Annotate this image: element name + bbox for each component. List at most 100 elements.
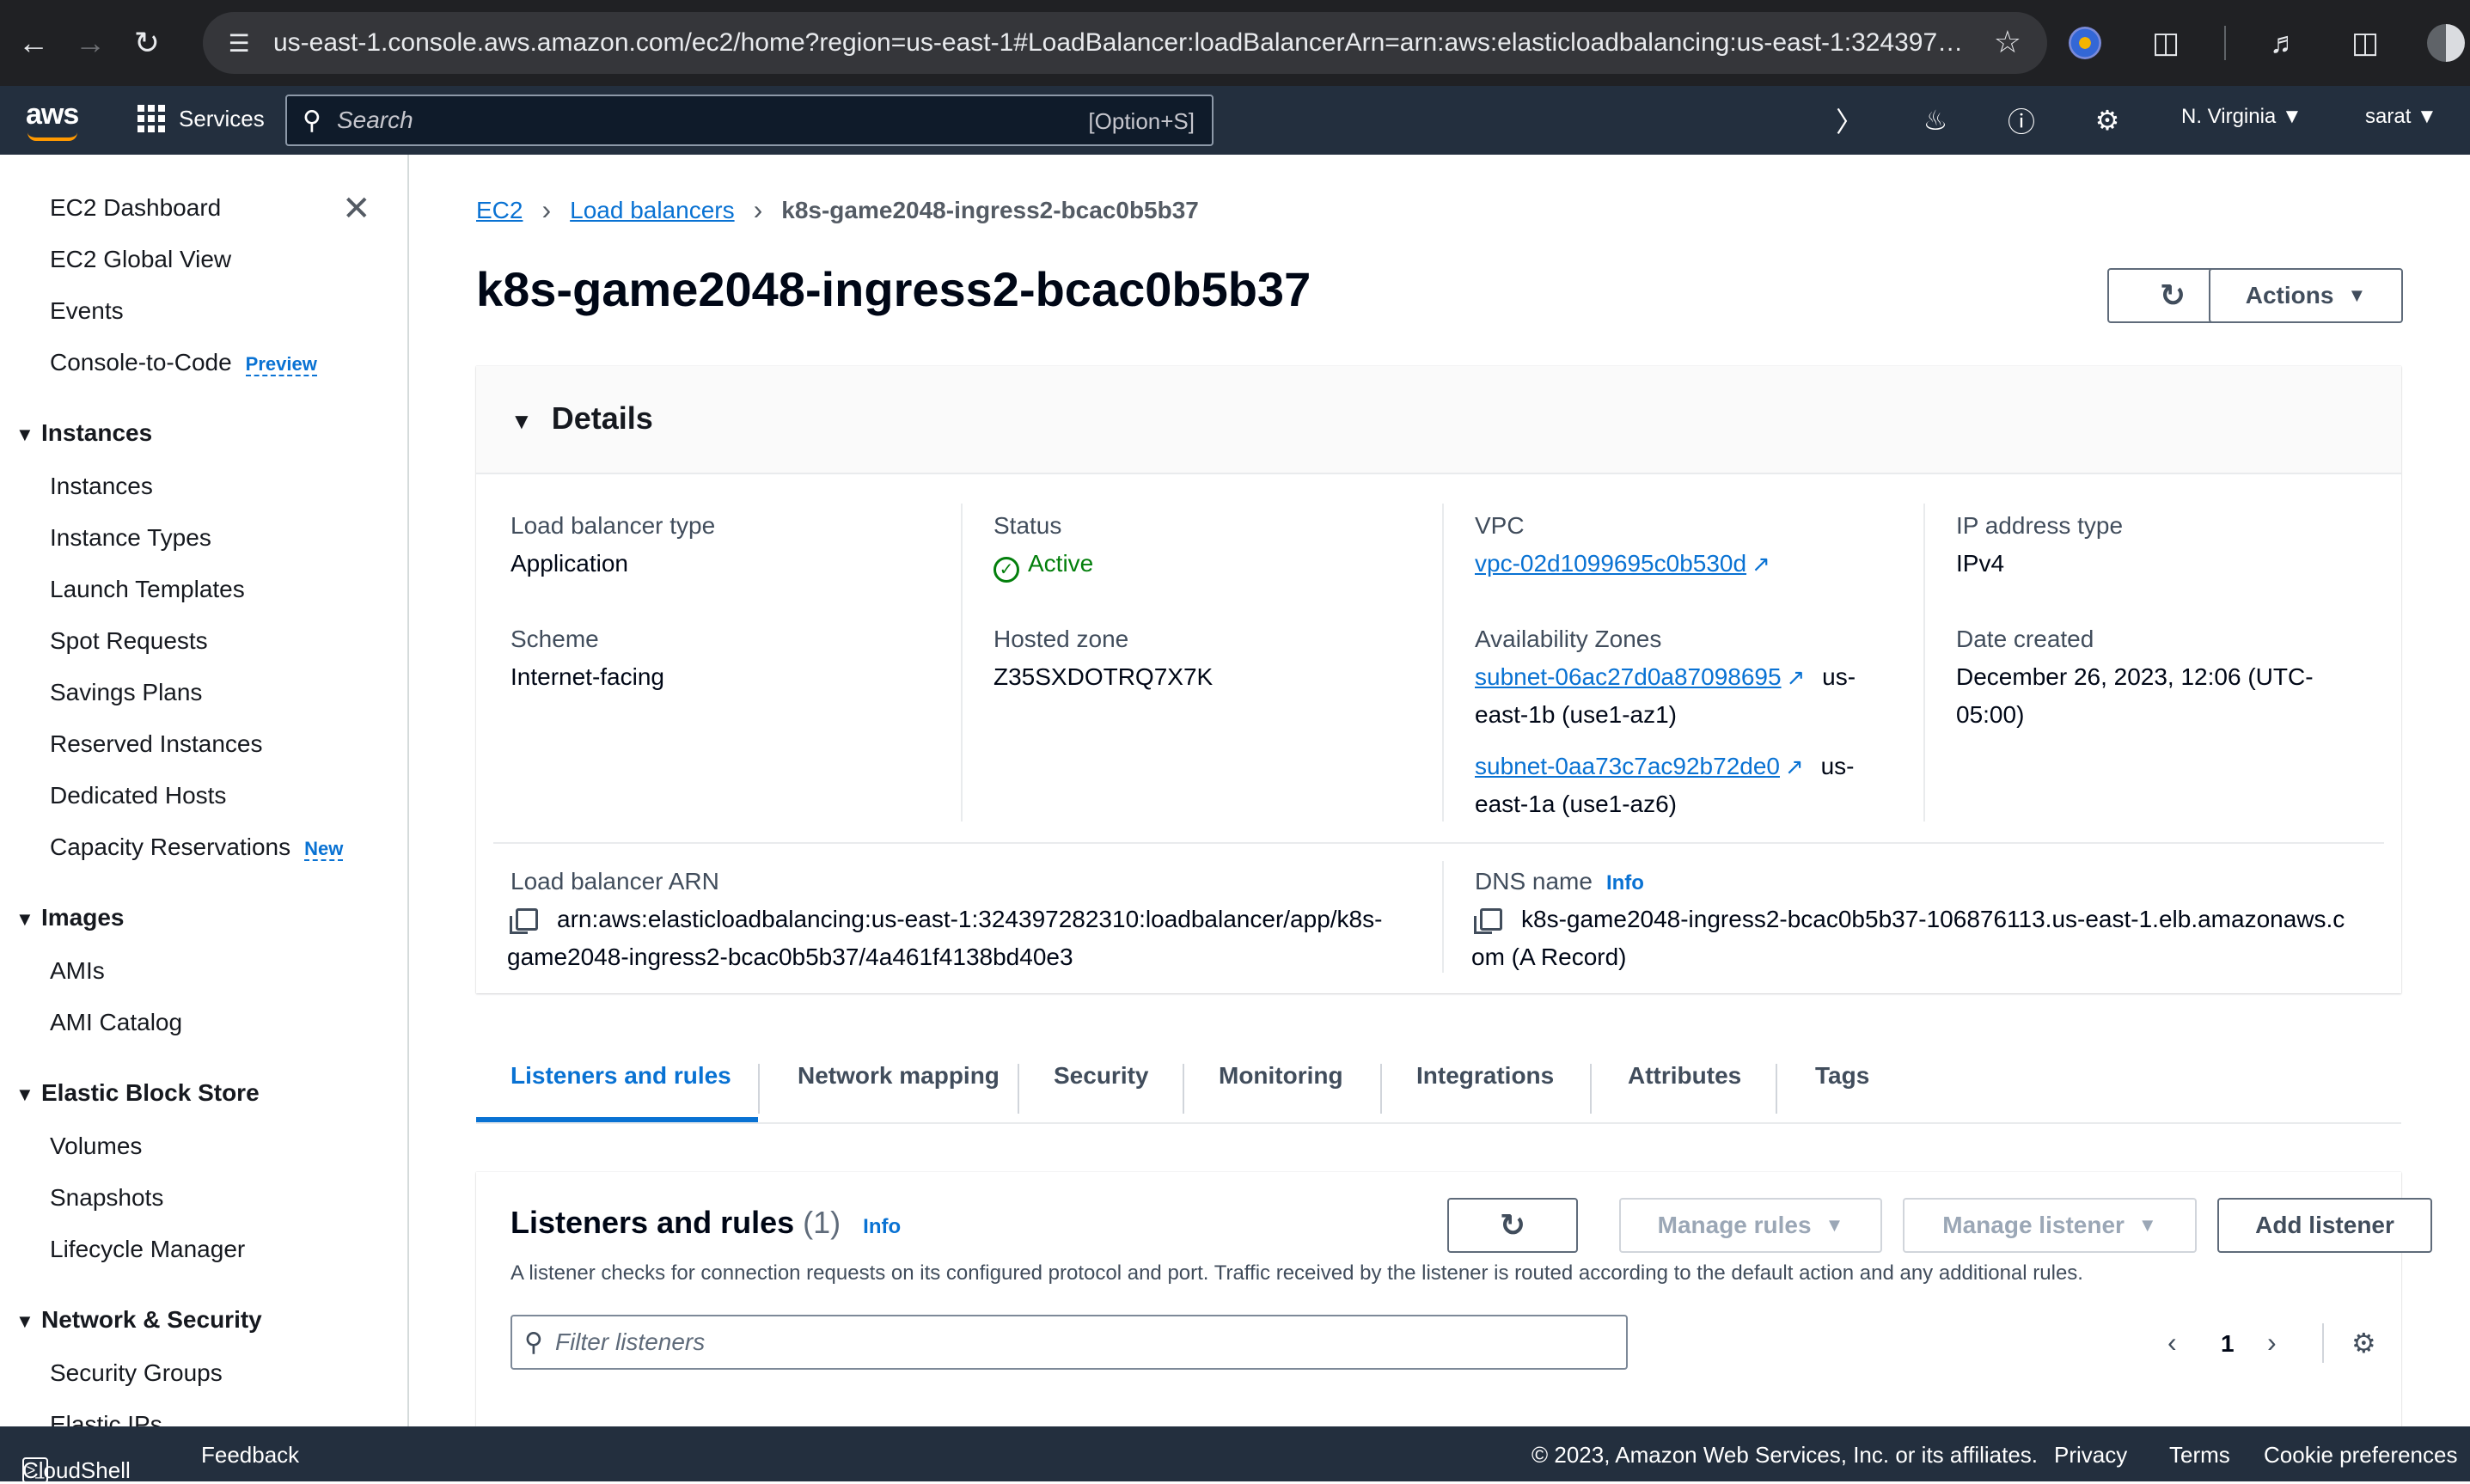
subnet-link[interactable]: subnet-0aa73c7ac92b72de0: [1475, 753, 1780, 779]
vpc-link[interactable]: vpc-02d1099695c0b530d: [1475, 550, 1746, 577]
media-controls-icon[interactable]: ♬: [2262, 21, 2307, 65]
feedback-link[interactable]: Feedback: [201, 1442, 299, 1469]
sidebar-section-network-security[interactable]: ▼ Network & Security: [15, 1306, 262, 1334]
extension-badge-icon[interactable]: [2063, 21, 2107, 65]
sidebar-item-spot-requests[interactable]: Spot Requests: [50, 627, 208, 655]
external-link-icon[interactable]: ↗: [1785, 754, 1804, 779]
site-settings-icon[interactable]: ☰: [217, 21, 261, 65]
sidebar-item-instance-types[interactable]: Instance Types: [50, 524, 211, 552]
tab-tags[interactable]: Tags: [1815, 1062, 1869, 1090]
address-bar[interactable]: ☰ us-east-1.console.aws.amazon.com/ec2/h…: [203, 12, 2047, 74]
next-page-icon[interactable]: ›: [2267, 1327, 2277, 1359]
copy-icon[interactable]: [1474, 908, 1502, 934]
sidebar-item-reserved-instances[interactable]: Reserved Instances: [50, 730, 262, 758]
profile-avatar[interactable]: [2424, 21, 2468, 65]
sidebar-item-security-groups[interactable]: Security Groups: [50, 1359, 223, 1387]
url-text[interactable]: us-east-1.console.aws.amazon.com/ec2/hom…: [273, 28, 1966, 58]
details-title[interactable]: ▼ Details: [511, 400, 653, 437]
account-menu[interactable]: sarat ▼: [2365, 105, 2437, 129]
sidebar-item-snapshots[interactable]: Snapshots: [50, 1184, 163, 1212]
manage-rules-button[interactable]: Manage rules ▼: [1619, 1198, 1882, 1253]
cloudshell-label: CloudShell: [22, 1457, 131, 1483]
global-search[interactable]: ⚲ [Option+S]: [285, 95, 1214, 146]
sidebar-item-volumes[interactable]: Volumes: [50, 1133, 142, 1160]
aws-logo-smile: [28, 132, 77, 141]
preview-badge[interactable]: Preview: [245, 353, 317, 376]
privacy-link[interactable]: Privacy: [2054, 1442, 2127, 1469]
date-created-label: Date created: [1956, 626, 2094, 652]
tab-security[interactable]: Security: [1054, 1062, 1149, 1090]
tab-network-mapping[interactable]: Network mapping: [798, 1062, 1000, 1090]
forward-icon[interactable]: →: [67, 20, 113, 66]
listeners-info-link[interactable]: Info: [863, 1215, 901, 1238]
cookie-preferences-link[interactable]: Cookie preferences: [2264, 1442, 2457, 1469]
copy-icon[interactable]: [510, 908, 538, 934]
close-nav-icon[interactable]: ✕: [342, 189, 371, 229]
sidebar-item-elastic-ips[interactable]: Elastic IPs: [50, 1411, 162, 1426]
sidebar-item-ami-catalog[interactable]: AMI Catalog: [50, 1009, 182, 1036]
tab-attributes[interactable]: Attributes: [1628, 1062, 1741, 1090]
sidebar-item-lifecycle-manager[interactable]: Lifecycle Manager: [50, 1236, 245, 1263]
az-zone-text: east-1b (use1-az1): [1475, 701, 1678, 728]
details-heading: Details: [551, 400, 653, 436]
details-header[interactable]: ▼ Details: [476, 366, 2401, 474]
back-icon[interactable]: ←: [10, 20, 57, 66]
side-panel-icon[interactable]: ◫: [2343, 21, 2387, 65]
tab-divider: [758, 1064, 760, 1114]
refresh-icon: ↻: [2159, 278, 2186, 313]
sidebar-item-instances[interactable]: Instances: [50, 473, 153, 500]
lb-type-value: Application: [511, 550, 628, 577]
sidebar-item-console-to-code[interactable]: Console-to-Code Preview: [50, 349, 317, 376]
sidebar-section-elastic-block-store[interactable]: ▼ Elastic Block Store: [15, 1079, 260, 1107]
sidebar-item-amis[interactable]: AMIs: [50, 957, 105, 985]
caret-down-icon: ▼: [2417, 105, 2437, 128]
new-badge[interactable]: New: [304, 838, 344, 861]
reload-icon[interactable]: ↻: [124, 20, 170, 66]
actions-button[interactable]: Actions ▼: [2209, 268, 2403, 323]
sidebar-section-images[interactable]: ▼ Images: [15, 904, 125, 931]
filter-listeners-input[interactable]: [554, 1328, 1587, 1356]
subnet-link[interactable]: subnet-06ac27d0a87098695: [1475, 663, 1782, 690]
sidebar-item-dedicated-hosts[interactable]: Dedicated Hosts: [50, 782, 226, 809]
settings-gear-icon[interactable]: ⚙: [2088, 101, 2126, 139]
add-listener-button[interactable]: Add listener: [2217, 1198, 2432, 1253]
terms-link[interactable]: Terms: [2169, 1442, 2230, 1469]
services-menu[interactable]: Services: [138, 105, 265, 132]
sidebar-item-capacity-reservations[interactable]: Capacity Reservations New: [50, 834, 344, 861]
bookmark-star-icon[interactable]: ☆: [1994, 24, 2021, 60]
previous-page-icon[interactable]: ‹: [2167, 1327, 2177, 1359]
sidebar-item-savings-plans[interactable]: Savings Plans: [50, 679, 202, 706]
sidebar-item-events[interactable]: Events: [50, 297, 124, 325]
external-link-icon[interactable]: ↗: [1787, 664, 1806, 690]
status-label: Status: [994, 512, 1062, 539]
sidebar-item-ec2-dashboard[interactable]: EC2 Dashboard: [50, 194, 221, 222]
preferences-gear-icon[interactable]: ⚙: [2351, 1327, 2376, 1359]
dns-info-link[interactable]: Info: [1606, 871, 1644, 895]
extensions-puzzle-icon[interactable]: ◫: [2143, 21, 2188, 65]
help-icon[interactable]: ⓘ: [2002, 101, 2040, 139]
tab-listeners-and-rules[interactable]: Listeners and rules: [511, 1062, 731, 1090]
breadcrumb-load-balancers[interactable]: Load balancers: [570, 197, 734, 224]
az-zone-text: us-: [1820, 753, 1855, 779]
manage-listener-button[interactable]: Manage listener ▼: [1903, 1198, 2197, 1253]
hosted-zone-label: Hosted zone: [994, 626, 1129, 652]
breadcrumb-ec2[interactable]: EC2: [476, 197, 523, 224]
sidebar-item-ec2-global-view[interactable]: EC2 Global View: [50, 246, 231, 273]
aws-logo[interactable]: aws: [26, 98, 79, 141]
global-search-input[interactable]: [336, 107, 1024, 134]
notifications-bell-icon[interactable]: ♨: [1917, 101, 1954, 139]
sidebar-section-instances[interactable]: ▼ Instances: [15, 419, 152, 447]
row-divider: [493, 842, 2384, 844]
refresh-listeners-button[interactable]: ↻: [1447, 1198, 1578, 1253]
column-divider: [1442, 861, 1444, 973]
tab-divider: [1776, 1064, 1777, 1114]
cloudshell-icon[interactable]: 〉: [1831, 101, 1868, 139]
region-selector[interactable]: N. Virginia ▼: [2181, 105, 2302, 129]
sidebar-item-launch-templates[interactable]: Launch Templates: [50, 576, 245, 603]
tab-monitoring[interactable]: Monitoring: [1219, 1062, 1343, 1090]
page-number[interactable]: 1: [2221, 1330, 2235, 1358]
external-link-icon[interactable]: ↗: [1752, 551, 1770, 577]
tab-divider: [1380, 1064, 1382, 1114]
filter-listeners[interactable]: ⚲: [511, 1315, 1628, 1370]
tab-integrations[interactable]: Integrations: [1416, 1062, 1554, 1090]
